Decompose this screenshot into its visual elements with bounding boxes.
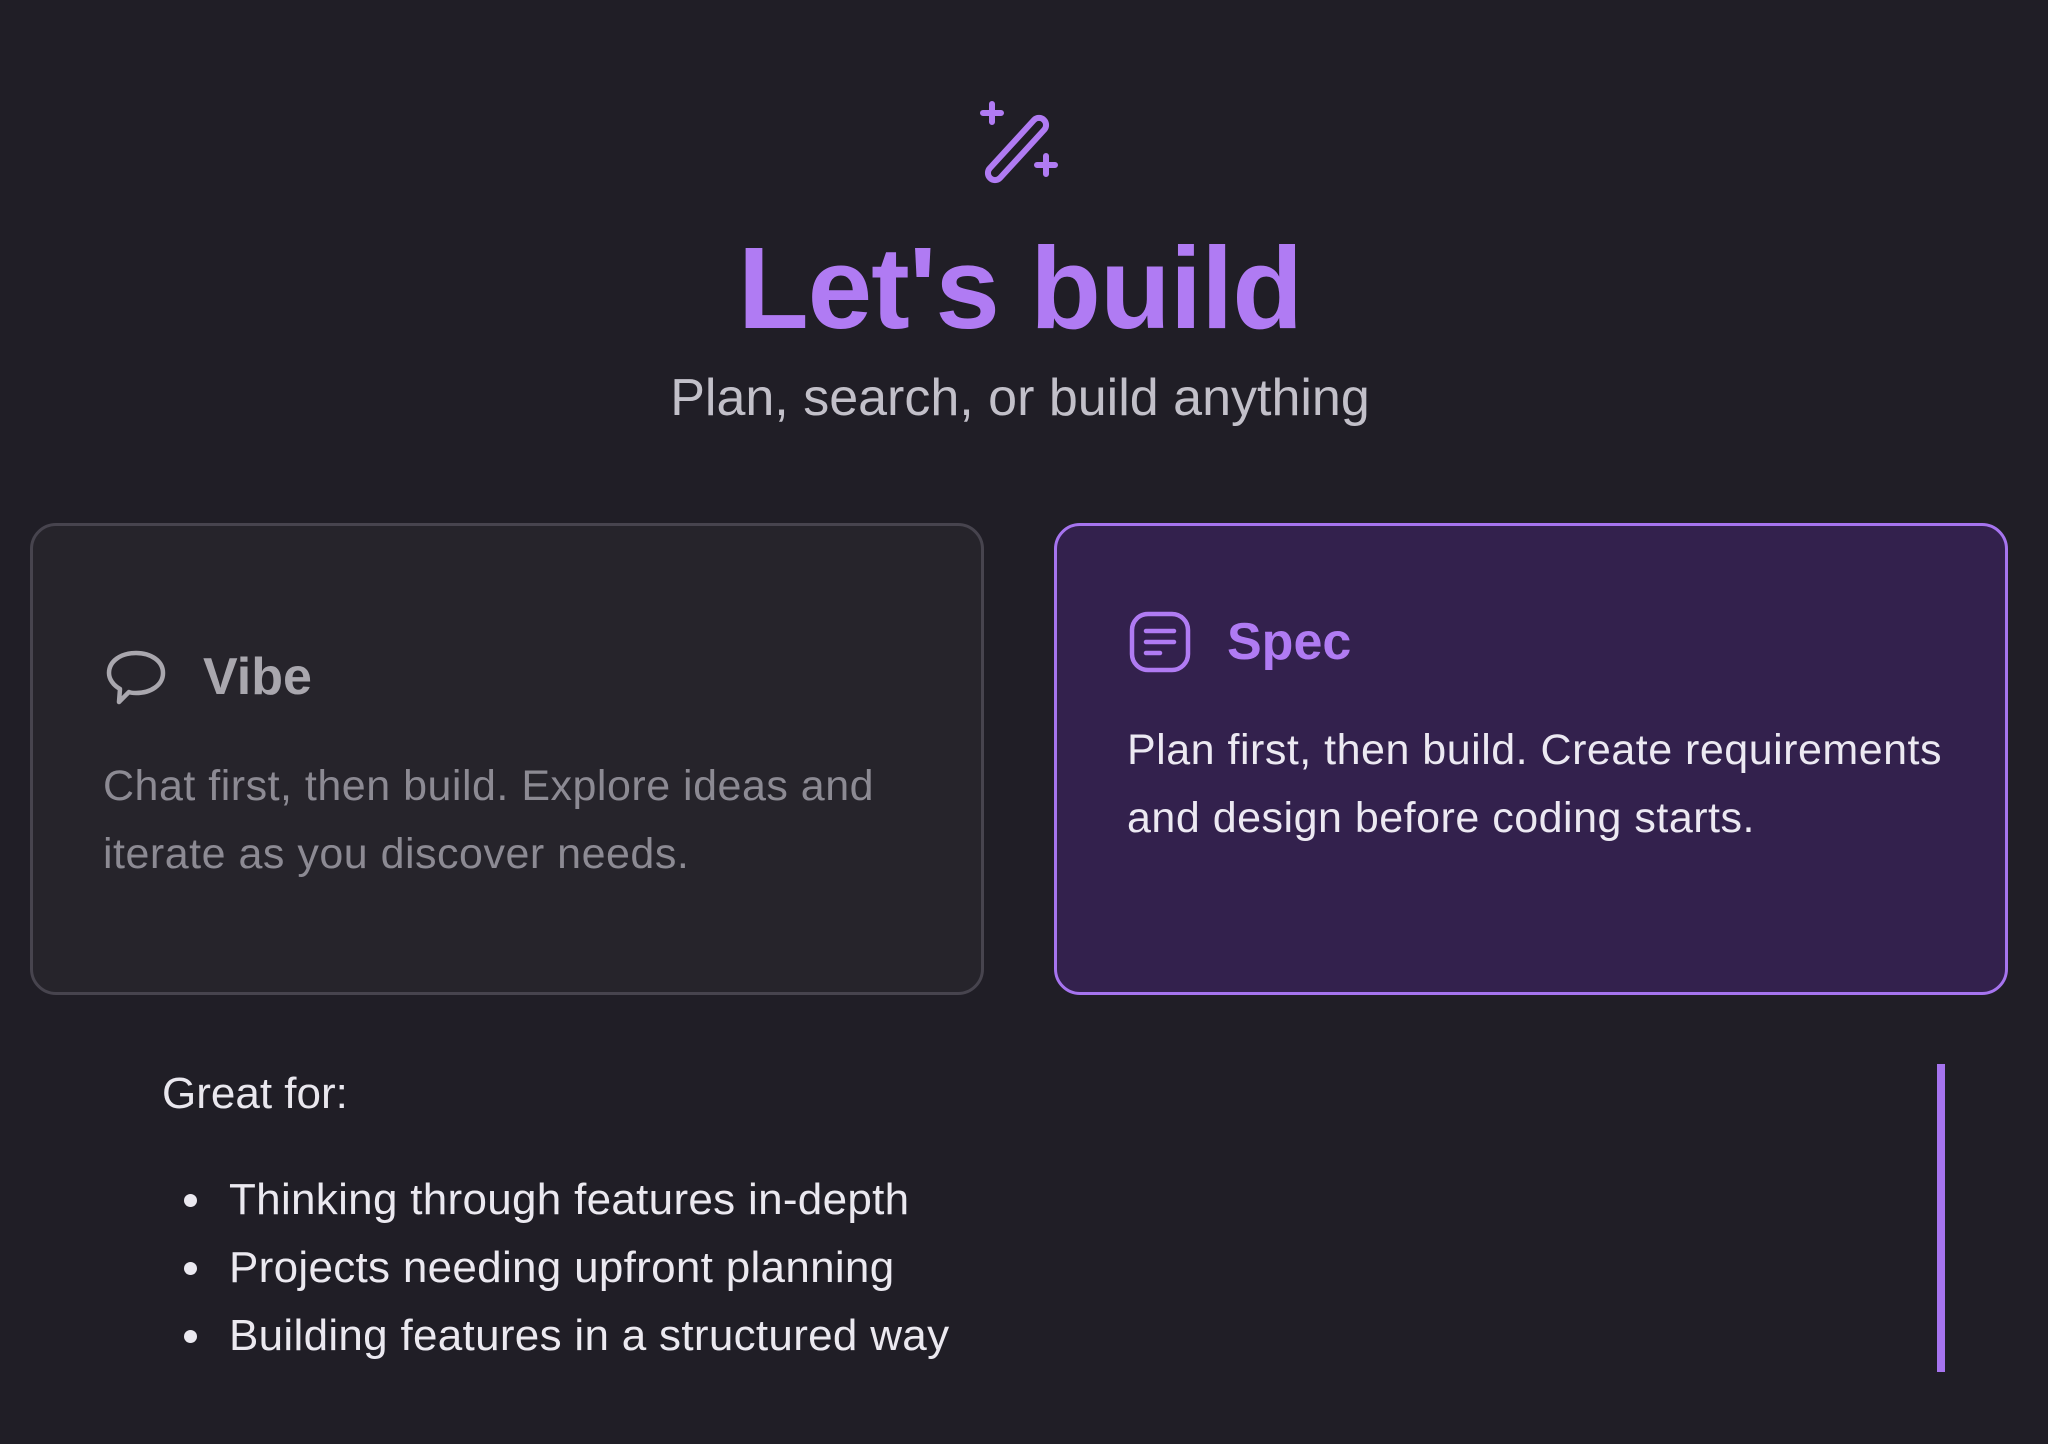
vibe-mode-card[interactable]: Vibe Chat first, then build. Explore ide… bbox=[30, 523, 984, 995]
list-item-text: Projects needing upfront planning bbox=[229, 1243, 895, 1292]
spec-card-header: Spec bbox=[1127, 609, 1351, 675]
vibe-card-header: Vibe bbox=[103, 644, 312, 710]
list-item: Thinking through features in-depth bbox=[182, 1166, 949, 1234]
great-for-label: Great for: bbox=[162, 1069, 348, 1118]
bullet-icon bbox=[184, 1194, 197, 1207]
mode-picker-page: Let's build Plan, search, or build anyth… bbox=[0, 0, 2048, 1444]
list-item: Building features in a structured way bbox=[182, 1302, 949, 1370]
bullet-icon bbox=[184, 1262, 197, 1275]
spec-card-title: Spec bbox=[1227, 613, 1352, 671]
magic-wand-icon bbox=[980, 101, 1058, 184]
list-item: Projects needing upfront planning bbox=[182, 1234, 949, 1302]
list-item-text: Building features in a structured way bbox=[229, 1311, 950, 1360]
chat-bubble-icon bbox=[106, 650, 166, 705]
vibe-card-title: Vibe bbox=[203, 648, 312, 706]
document-lines-icon bbox=[1129, 611, 1191, 673]
vibe-card-description: Chat first, then build. Explore ideas an… bbox=[103, 762, 875, 878]
selection-accent-bar bbox=[1937, 1064, 1945, 1372]
bullet-icon bbox=[184, 1330, 197, 1343]
list-item-text: Thinking through features in-depth bbox=[229, 1175, 910, 1224]
great-for-list: Thinking through features in-depth Proje… bbox=[182, 1166, 949, 1370]
page-title: Let's build bbox=[737, 223, 1303, 353]
page-subtitle: Plan, search, or build anything bbox=[670, 369, 1370, 427]
spec-mode-card[interactable]: Spec Plan first, then build. Create requ… bbox=[1054, 523, 2008, 995]
spec-card-description: Plan first, then build. Create requireme… bbox=[1127, 726, 1943, 842]
